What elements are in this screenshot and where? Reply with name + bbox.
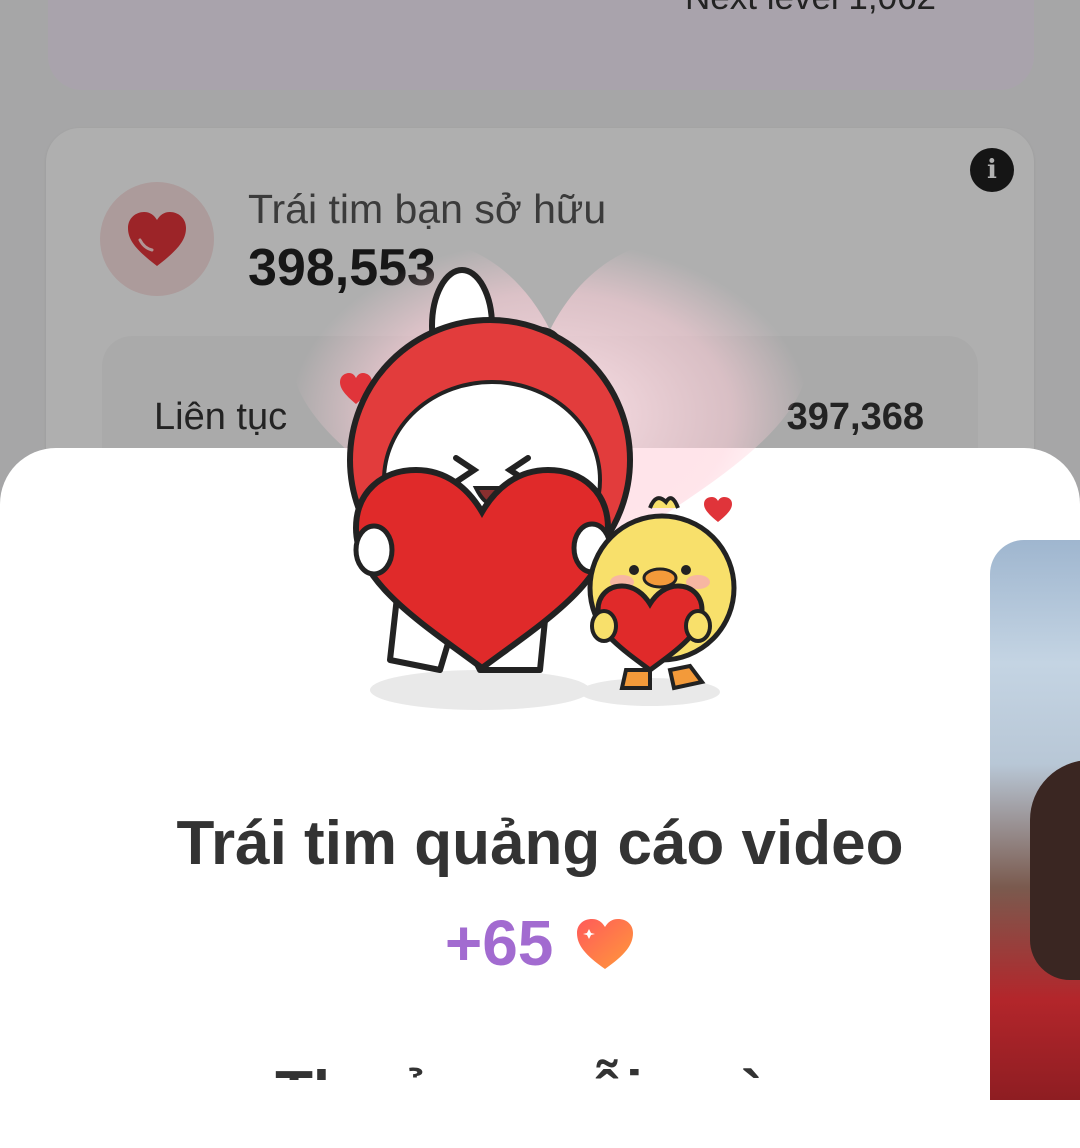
next-section-title: Thưởng mỗi ngày <box>0 1058 1080 1080</box>
reward-amount: +65 <box>444 907 554 979</box>
reward-amount-row: +65 <box>0 906 1080 980</box>
reward-title: Trái tim quảng cáo video <box>176 809 904 878</box>
hearts-page: Next level 1,062 i Trái tim bạn sở hữu 3… <box>0 0 1080 1148</box>
bunny-and-chick-illustration <box>290 240 810 710</box>
heart-icon <box>577 919 634 969</box>
